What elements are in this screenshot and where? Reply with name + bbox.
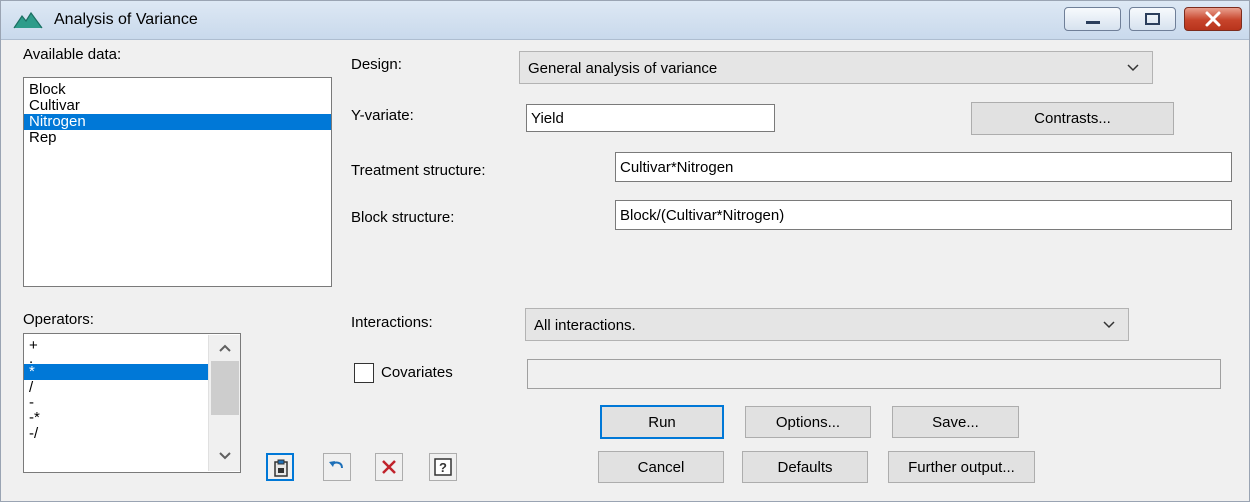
undo-button[interactable] — [323, 453, 351, 481]
scroll-down-icon[interactable] — [218, 451, 232, 461]
window-title: Analysis of Variance — [54, 11, 198, 28]
list-item[interactable]: + — [24, 338, 209, 354]
list-item-selected[interactable]: * — [24, 364, 209, 380]
interactions-dropdown[interactable]: All interactions. — [525, 308, 1129, 341]
undo-icon — [329, 461, 343, 469]
clear-button[interactable] — [375, 453, 403, 481]
maximize-icon — [1145, 13, 1160, 25]
yvariate-field[interactable] — [526, 104, 775, 132]
design-dropdown[interactable]: General analysis of variance — [519, 51, 1153, 84]
defaults-button[interactable]: Defaults — [742, 451, 868, 483]
help-button[interactable]: ? — [429, 453, 457, 481]
available-data-label: Available data: — [23, 46, 122, 63]
help-icon: ? — [434, 458, 452, 476]
anova-dialog: Analysis of Variance Available data: Blo… — [0, 0, 1250, 502]
design-label: Design: — [351, 56, 402, 73]
chevron-down-icon — [1103, 321, 1115, 329]
scroll-up-icon[interactable] — [218, 343, 232, 353]
block-structure-label: Block structure: — [351, 209, 455, 226]
list-item[interactable]: . — [24, 354, 209, 364]
operators-scrollbar[interactable] — [208, 335, 240, 471]
list-item[interactable]: Rep — [24, 130, 331, 146]
list-item[interactable]: -* — [24, 410, 209, 426]
block-structure-field[interactable] — [615, 200, 1232, 230]
run-button[interactable]: Run — [600, 405, 724, 439]
list-item[interactable]: -/ — [24, 426, 209, 442]
copy-to-field-button[interactable] — [266, 453, 294, 481]
covariates-checkbox[interactable] — [354, 363, 374, 383]
yvariate-input[interactable] — [527, 105, 774, 131]
clear-icon — [382, 460, 396, 474]
chevron-down-icon — [1127, 64, 1139, 72]
list-item[interactable]: / — [24, 380, 209, 396]
covariates-label: Covariates — [381, 364, 453, 381]
maximize-button[interactable] — [1129, 7, 1176, 31]
available-data-list[interactable]: Block Cultivar Nitrogen Rep — [23, 77, 332, 287]
close-icon — [1205, 11, 1221, 27]
interactions-label: Interactions: — [351, 314, 433, 331]
contrasts-button[interactable]: Contrasts... — [971, 102, 1174, 135]
cancel-button[interactable]: Cancel — [598, 451, 724, 483]
title-bar[interactable]: Analysis of Variance — [1, 1, 1249, 40]
list-item-selected[interactable]: Nitrogen — [24, 114, 331, 130]
treatment-structure-input[interactable] — [616, 153, 1231, 181]
list-item[interactable]: Block — [24, 82, 331, 98]
close-button[interactable] — [1184, 7, 1242, 31]
covariates-field — [527, 359, 1221, 389]
design-value: General analysis of variance — [528, 60, 718, 77]
scrollbar-thumb[interactable] — [211, 361, 239, 415]
clipboard-icon — [274, 459, 288, 477]
block-structure-input[interactable] — [616, 201, 1231, 229]
operators-label: Operators: — [23, 311, 94, 328]
list-item[interactable]: Cultivar — [24, 98, 331, 114]
treatment-structure-field[interactable] — [615, 152, 1232, 182]
minimize-button[interactable] — [1064, 7, 1121, 31]
anova-app-icon — [13, 11, 43, 29]
minimize-icon — [1086, 21, 1100, 24]
list-item[interactable]: - — [24, 395, 209, 410]
treatment-structure-label: Treatment structure: — [351, 162, 486, 179]
options-button[interactable]: Options... — [745, 406, 871, 438]
svg-text:?: ? — [439, 460, 447, 475]
save-button[interactable]: Save... — [892, 406, 1019, 438]
yvariate-label: Y-variate: — [351, 107, 414, 124]
further-output-button[interactable]: Further output... — [888, 451, 1035, 483]
interactions-value: All interactions. — [534, 317, 636, 334]
